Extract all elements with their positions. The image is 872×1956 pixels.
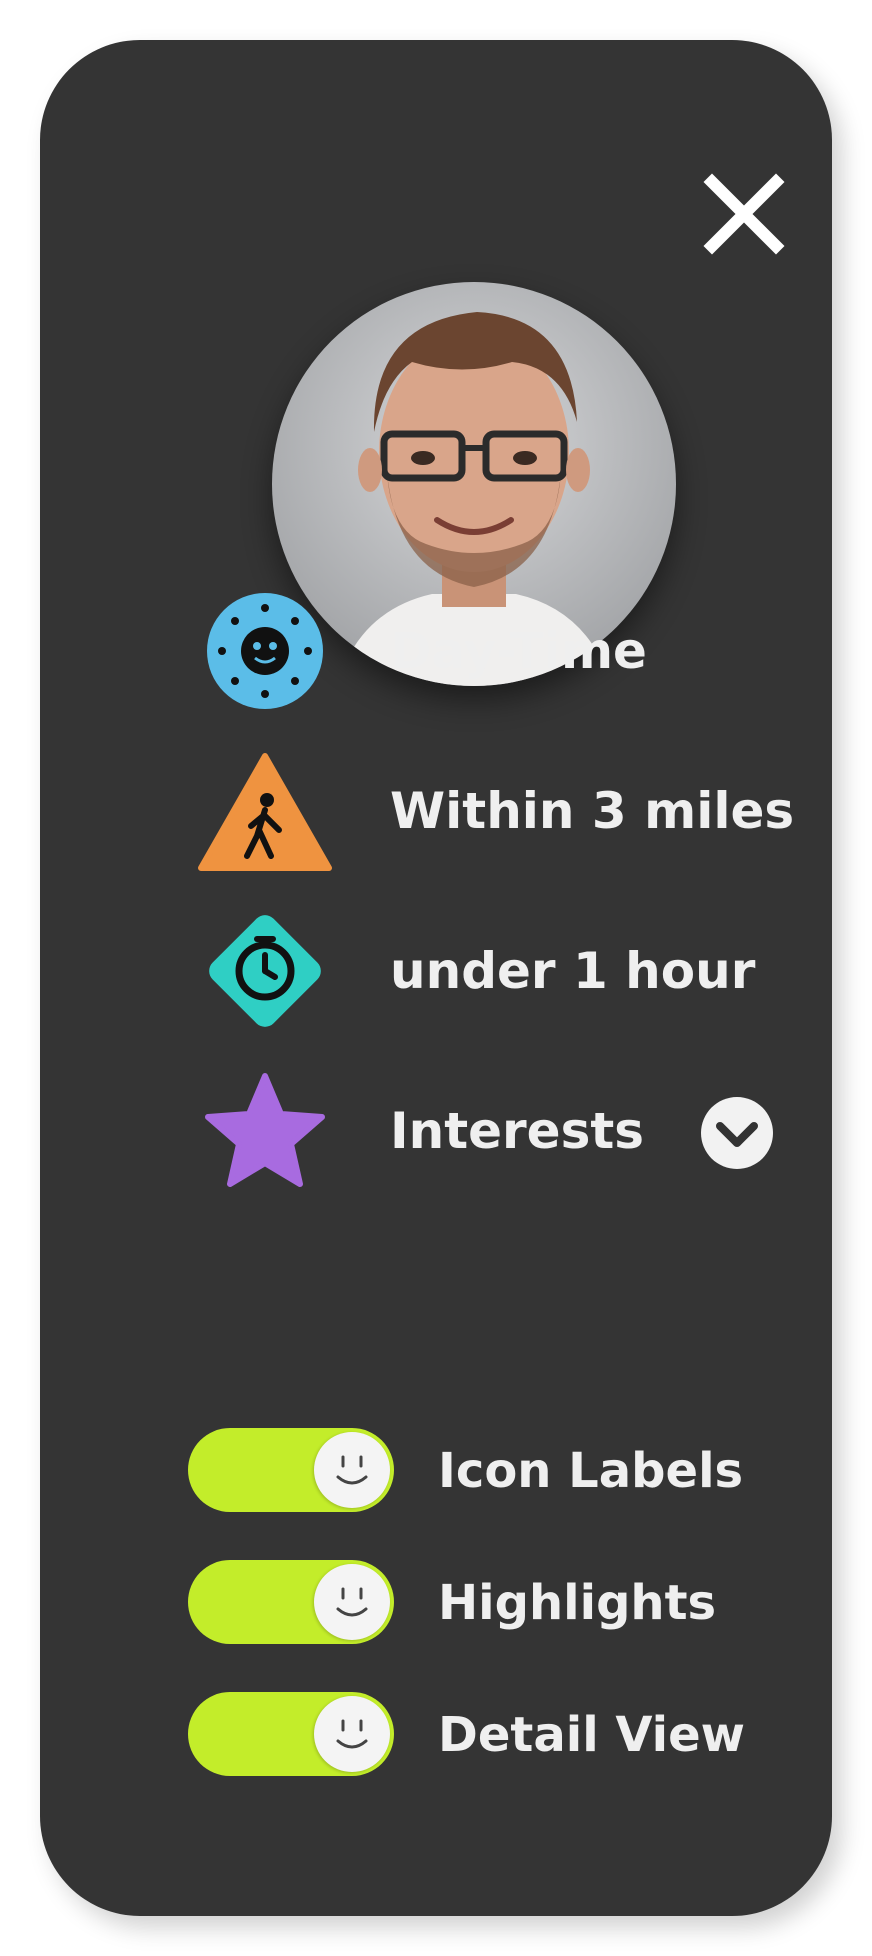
filter-row-duration[interactable]: under 1 hour xyxy=(195,906,795,1036)
toggle-knob xyxy=(314,1432,390,1508)
stopwatch-icon xyxy=(195,906,335,1036)
toggle-label: Highlights xyxy=(438,1575,717,1631)
toggle-row-detail-view: Detail View xyxy=(188,1692,788,1778)
settings-panel: Day-Time Within 3 miles under 1 hour Int… xyxy=(40,40,832,1916)
sun-icon xyxy=(195,586,335,716)
toggle-label: Detail View xyxy=(438,1707,746,1763)
walking-sign-icon xyxy=(195,746,335,876)
highlights-toggle[interactable] xyxy=(188,1560,394,1644)
filter-row-distance[interactable]: Within 3 miles xyxy=(195,746,795,876)
filter-row-interests[interactable]: Interests xyxy=(195,1066,795,1196)
icon-labels-toggle[interactable] xyxy=(188,1428,394,1512)
interests-dropdown-button[interactable] xyxy=(700,1096,774,1170)
star-icon xyxy=(195,1066,335,1196)
filter-label: Interests xyxy=(390,1102,645,1160)
close-icon xyxy=(703,173,785,255)
smiley-icon xyxy=(336,1455,368,1485)
chevron-down-icon xyxy=(701,1097,773,1169)
toggle-label: Icon Labels xyxy=(438,1443,744,1499)
toggle-knob xyxy=(314,1564,390,1640)
filter-label: Within 3 miles xyxy=(390,782,795,840)
toggle-knob xyxy=(314,1696,390,1772)
filter-label: under 1 hour xyxy=(390,942,756,1000)
toggle-row-highlights: Highlights xyxy=(188,1560,788,1646)
smiley-icon xyxy=(336,1719,368,1749)
smiley-icon xyxy=(336,1587,368,1617)
close-button[interactable] xyxy=(702,172,786,256)
filter-label: Day-Time xyxy=(390,622,647,680)
detail-view-toggle[interactable] xyxy=(188,1692,394,1776)
filter-row-daytime[interactable]: Day-Time xyxy=(195,586,795,716)
toggle-row-icon-labels: Icon Labels xyxy=(188,1428,788,1514)
